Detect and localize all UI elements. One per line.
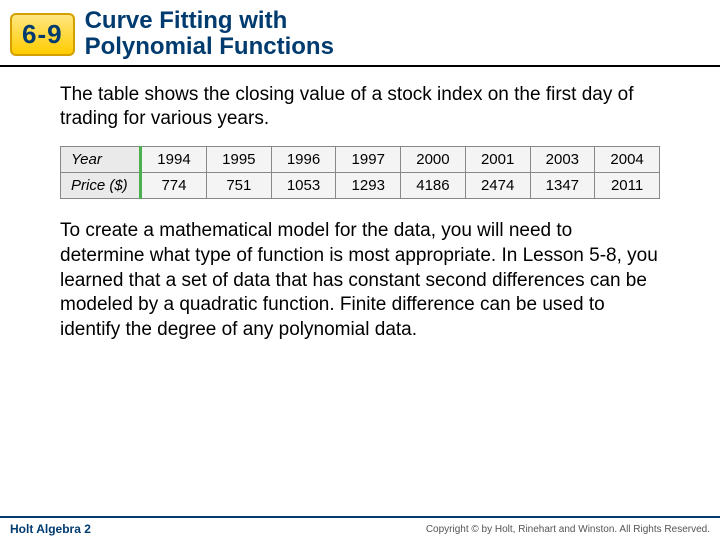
book-title: Holt Algebra 2	[10, 522, 91, 536]
table-cell: 1053	[271, 173, 336, 199]
table-cell: 4186	[401, 173, 466, 199]
table-cell: 1994	[141, 147, 207, 173]
table-cell: 1293	[336, 173, 401, 199]
table-cell: 1996	[271, 147, 336, 173]
slide-header: 6-9 Curve Fitting with Polynomial Functi…	[0, 0, 720, 67]
title-line-2: Polynomial Functions	[85, 34, 334, 60]
table-cell: 1997	[336, 147, 401, 173]
table-cell: 2001	[465, 147, 530, 173]
slide-footer: Holt Algebra 2 Copyright © by Holt, Rine…	[0, 516, 720, 540]
table-cell: 751	[206, 173, 271, 199]
table-row: Price ($) 774 751 1053 1293 4186 2474 13…	[61, 173, 660, 199]
row-header-price: Price ($)	[61, 173, 141, 199]
table-cell: 1995	[206, 147, 271, 173]
table-row: Year 1994 1995 1996 1997 2000 2001 2003 …	[61, 147, 660, 173]
lesson-badge: 6-9	[10, 13, 75, 56]
lesson-title: Curve Fitting with Polynomial Functions	[85, 8, 334, 61]
table-cell: 2474	[465, 173, 530, 199]
title-line-1: Curve Fitting with	[85, 8, 334, 34]
table-cell: 774	[141, 173, 207, 199]
table-cell: 2003	[530, 147, 595, 173]
table-cell: 2004	[595, 147, 660, 173]
data-table: Year 1994 1995 1996 1997 2000 2001 2003 …	[60, 146, 660, 199]
body-paragraph: To create a mathematical model for the d…	[60, 219, 660, 342]
table-cell: 2000	[401, 147, 466, 173]
table-cell: 2011	[595, 173, 660, 199]
slide-content: The table shows the closing value of a s…	[0, 67, 720, 343]
row-header-year: Year	[61, 147, 141, 173]
intro-paragraph: The table shows the closing value of a s…	[60, 83, 660, 132]
copyright-text: Copyright © by Holt, Rinehart and Winsto…	[426, 524, 710, 535]
table-cell: 1347	[530, 173, 595, 199]
